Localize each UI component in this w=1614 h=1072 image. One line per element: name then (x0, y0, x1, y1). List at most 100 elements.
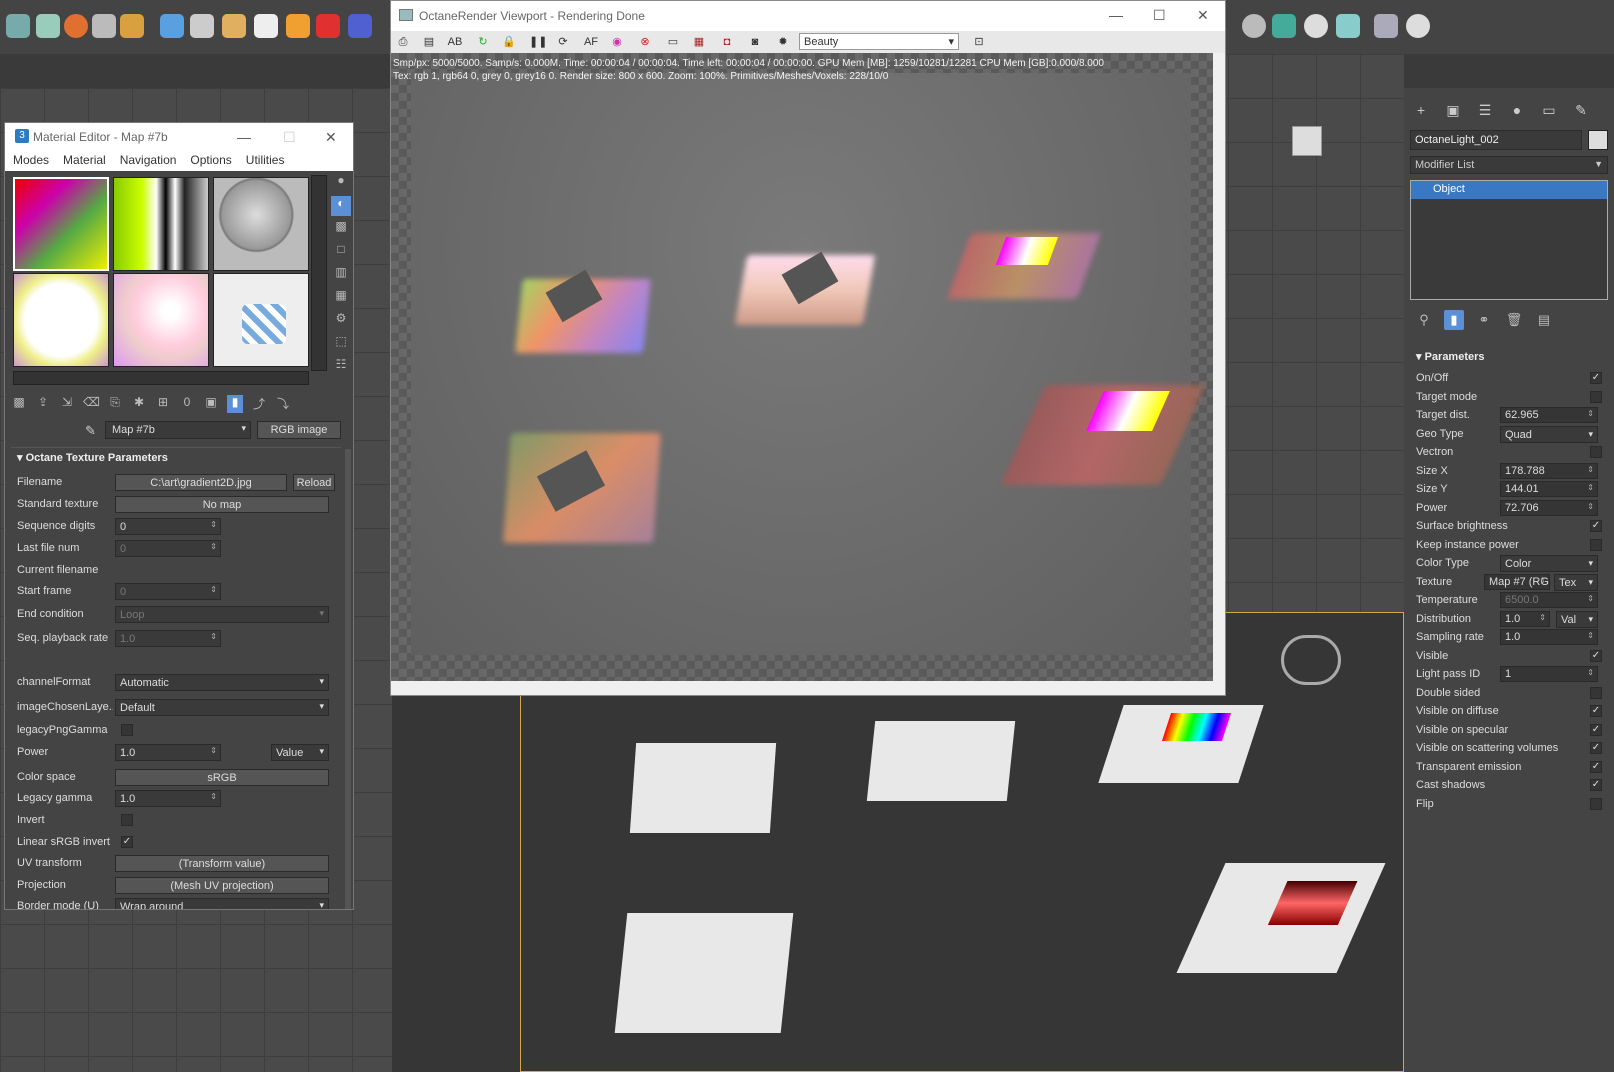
transparent-emission-checkbox[interactable]: ✓ (1590, 760, 1602, 773)
me-maximize-button[interactable]: ☐ (283, 129, 296, 146)
material-icon[interactable] (92, 14, 116, 38)
configure-sets-icon[interactable]: ▤ (1534, 310, 1554, 330)
plane-1[interactable] (629, 743, 777, 833)
map-name-dropdown[interactable]: Map #7b (105, 421, 251, 439)
backlight-icon[interactable]: ◐ (331, 196, 351, 216)
octane-titlebar[interactable]: OctaneRender Viewport - Rendering Done —… (391, 1, 1225, 31)
sample-type-icon[interactable]: ● (331, 173, 351, 193)
geo-type-dropdown[interactable]: Quad (1500, 425, 1598, 443)
color-space-button[interactable]: sRGB (115, 769, 329, 786)
power-spinner[interactable]: 72.706 (1500, 499, 1598, 516)
octane-material-icon[interactable] (190, 14, 214, 38)
texture-params-header[interactable]: ▾ Octane Texture Parameters (11, 447, 341, 467)
menu-options[interactable]: Options (190, 153, 231, 169)
invert-checkbox[interactable] (121, 814, 133, 826)
flip-checkbox[interactable] (1590, 797, 1602, 810)
viewcube-persp[interactable] (1281, 635, 1341, 685)
get-material-icon[interactable]: ▩ (11, 395, 27, 413)
motion-tab-icon[interactable]: ● (1508, 102, 1526, 118)
slots-hscrollbar[interactable] (13, 371, 309, 385)
target-dist-spinner[interactable]: 62.965 (1500, 407, 1598, 423)
align-icon[interactable] (6, 14, 30, 38)
horizontal-scrollbar[interactable] (391, 681, 1225, 695)
border-mode-dropdown[interactable]: Wrap around (115, 898, 329, 909)
reload-button[interactable]: Reload (293, 474, 335, 491)
keep-instance-power-checkbox[interactable] (1590, 538, 1602, 551)
power-mode-dropdown[interactable]: Value (271, 744, 329, 761)
camera-icon[interactable]: ◙ (747, 34, 763, 50)
uv-tiling-icon[interactable]: □ (331, 242, 351, 262)
vectron-checkbox[interactable] (1590, 446, 1602, 458)
map-type-button[interactable]: RGB image (257, 421, 341, 439)
color-type-dropdown[interactable]: Color (1500, 555, 1598, 572)
assign-to-selection-icon[interactable]: ⇲ (59, 395, 75, 413)
display-tab-icon[interactable]: ▭ (1540, 102, 1558, 118)
render-view[interactable]: Smp/px: 5000/5000. Samp/s: 0.000M. Time:… (391, 53, 1213, 681)
modifier-list-dropdown[interactable]: Modifier List ▼ (1410, 156, 1608, 174)
uv-transform-button[interactable]: (Transform value) (115, 855, 329, 872)
distribution-mode-dropdown[interactable]: Val (1556, 610, 1598, 628)
put-to-scene-icon[interactable]: ⇪ (35, 395, 51, 413)
ab-compare-button[interactable]: AB (447, 34, 463, 50)
visible-checkbox[interactable]: ✓ (1590, 649, 1602, 662)
visible-on-diffuse-checkbox[interactable]: ✓ (1590, 705, 1602, 717)
slots-scrollbar[interactable] (311, 175, 327, 371)
eyedropper-icon[interactable]: ✎ (85, 423, 96, 439)
surface-brightness-checkbox[interactable]: ✓ (1590, 520, 1602, 532)
render-pass-dropdown[interactable]: Beauty (799, 33, 959, 50)
viewcube-front[interactable] (1292, 126, 1322, 156)
remove-modifier-icon[interactable]: 🗑 (1504, 310, 1524, 330)
make-unique-icon[interactable]: ✱ (131, 395, 147, 413)
display-icon[interactable]: ▭ (665, 34, 681, 50)
distribution-spinner[interactable]: 1.0 (1500, 610, 1550, 627)
modify-tab-icon[interactable]: ▣ (1444, 102, 1462, 118)
region-icon[interactable]: ⊗ (637, 34, 653, 50)
hierarchy-tab-icon[interactable]: ☰ (1476, 102, 1494, 118)
visible-on-specular-checkbox[interactable]: ✓ (1590, 723, 1602, 736)
fit-view-icon[interactable]: ⊡ (971, 34, 987, 50)
show-end-result-icon[interactable]: ▮ (227, 395, 243, 413)
channel-format-dropdown[interactable]: Automatic (115, 674, 329, 691)
plane-2[interactable] (866, 721, 1016, 801)
v-logo-icon[interactable] (1406, 14, 1430, 38)
reset-map-icon[interactable]: ⌫ (83, 395, 100, 413)
material-slot-3[interactable] (213, 177, 309, 271)
plane-3[interactable] (1098, 705, 1264, 783)
parameters-rollout-header[interactable]: ▾ Parameters (1410, 346, 1608, 367)
on-off-checkbox[interactable]: ✓ (1590, 372, 1602, 384)
minimize-button[interactable]: — (1109, 7, 1123, 23)
clipboard-icon[interactable]: ▤ (421, 34, 437, 50)
size-y-spinner[interactable]: 144.01 (1500, 481, 1598, 497)
linear-srgb-invert-checkbox[interactable]: ✓ (121, 836, 133, 848)
vertical-scrollbar[interactable] (1213, 53, 1225, 681)
plane-4[interactable] (614, 913, 794, 1033)
save-render-icon[interactable]: ⎙ (395, 34, 411, 50)
select-by-material-icon[interactable]: ⬚ (331, 334, 351, 354)
video-color-check-icon[interactable]: ▥ (331, 265, 351, 285)
sequence-digits-spinner[interactable]: 0 (115, 518, 221, 535)
projection-button[interactable]: (Mesh UV projection) (115, 877, 329, 894)
me-close-button[interactable]: ✕ (325, 129, 337, 146)
material-slot-5[interactable] (113, 273, 209, 367)
menu-utilities[interactable]: Utilities (246, 153, 285, 169)
particles-icon[interactable] (1272, 14, 1296, 38)
material-editor-titlebar[interactable]: 3 Material Editor - Map #7b — ☐ ✕ (5, 123, 353, 151)
layers-icon[interactable] (1336, 14, 1360, 38)
double-sided-checkbox[interactable] (1590, 686, 1602, 699)
cast-shadows-checkbox[interactable]: ✓ (1590, 779, 1602, 791)
make-preview-icon[interactable]: ▦ (331, 288, 351, 308)
menu-modes[interactable]: Modes (13, 153, 49, 169)
scene-explorer-icon[interactable] (1374, 14, 1398, 38)
color-picker-icon[interactable]: ◉ (609, 34, 625, 50)
fire-icon[interactable] (64, 14, 88, 38)
refresh-icon[interactable]: ⟳ (555, 34, 571, 50)
octane-settings-icon[interactable] (160, 14, 184, 38)
put-to-library-icon[interactable]: ⊞ (155, 395, 171, 413)
material-slot-4[interactable] (13, 273, 109, 367)
material-map-navigator-icon[interactable]: ☷ (331, 357, 351, 377)
target-mode-checkbox[interactable] (1590, 390, 1602, 403)
octane-live-icon[interactable] (348, 14, 372, 38)
object-color-swatch[interactable] (1588, 130, 1608, 150)
params-scrollbar[interactable] (345, 449, 351, 909)
restart-render-icon[interactable]: ↻ (475, 34, 491, 50)
